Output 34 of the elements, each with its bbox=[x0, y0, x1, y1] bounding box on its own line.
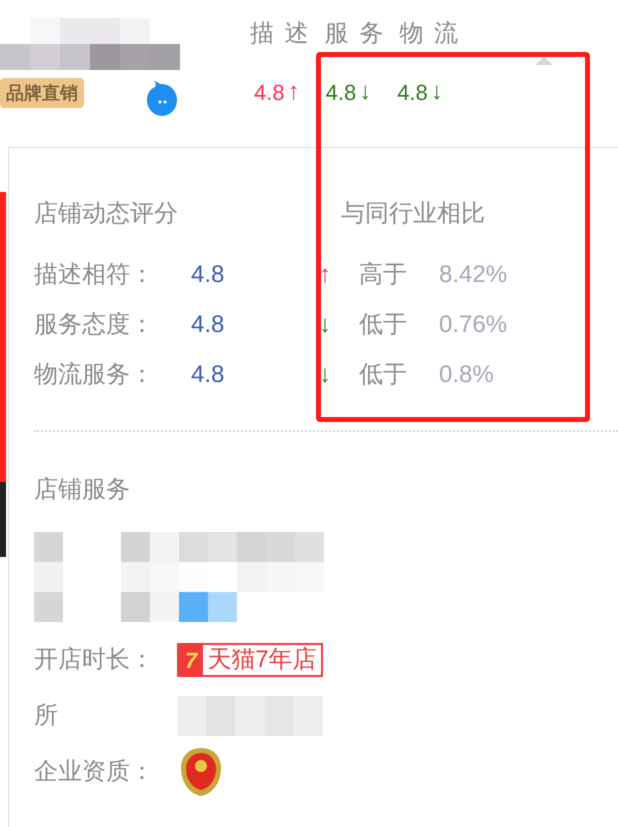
comparison-percent: 0.8% bbox=[439, 360, 494, 390]
rating-value: 4.8 bbox=[191, 260, 224, 290]
score-value: 4.8 bbox=[326, 78, 356, 106]
section-title: 与同行业相比 bbox=[341, 199, 486, 229]
score-label: 服 务 bbox=[324, 19, 386, 49]
brand-badge: 品牌直销 bbox=[0, 78, 84, 108]
score-label: 描 述 bbox=[250, 19, 311, 49]
trend-arrow: ↓ bbox=[319, 360, 331, 390]
trend-arrow: ↓ bbox=[319, 310, 331, 340]
caret-icon bbox=[535, 57, 553, 65]
section-title: 店铺动态评分 bbox=[34, 199, 179, 229]
rating-label: 服务态度： bbox=[34, 310, 155, 340]
rating-value: 4.8 bbox=[191, 360, 224, 390]
comparison-text: 低于 bbox=[359, 360, 408, 390]
trend-arrow: ↑ bbox=[319, 260, 331, 290]
comparison-text: 高于 bbox=[359, 260, 408, 290]
rating-label: 物流服务： bbox=[34, 360, 155, 390]
comparison-percent: 8.42% bbox=[439, 260, 508, 290]
trend-arrow: ↑ bbox=[288, 77, 300, 107]
rating-value: 4.8 bbox=[191, 310, 224, 340]
score-value: 4.8 bbox=[397, 78, 428, 106]
service-label: 所 bbox=[34, 701, 59, 731]
trend-arrow: ↓ bbox=[430, 77, 443, 107]
service-label: 企业资质： bbox=[34, 757, 155, 787]
comparison-text: 低于 bbox=[359, 310, 408, 340]
section-title: 店铺服务 bbox=[34, 475, 131, 505]
badge-text: 天猫7年店 bbox=[206, 645, 318, 675]
score-value: 4.8 bbox=[254, 78, 285, 106]
rating-label: 描述相符： bbox=[34, 260, 155, 290]
badge-number: 7 bbox=[185, 646, 198, 674]
score-label: 物 流 bbox=[399, 19, 460, 49]
trend-arrow: ↓ bbox=[359, 77, 372, 107]
service-label: 开店时长： bbox=[34, 645, 155, 675]
comparison-percent: 0.76% bbox=[439, 310, 508, 340]
